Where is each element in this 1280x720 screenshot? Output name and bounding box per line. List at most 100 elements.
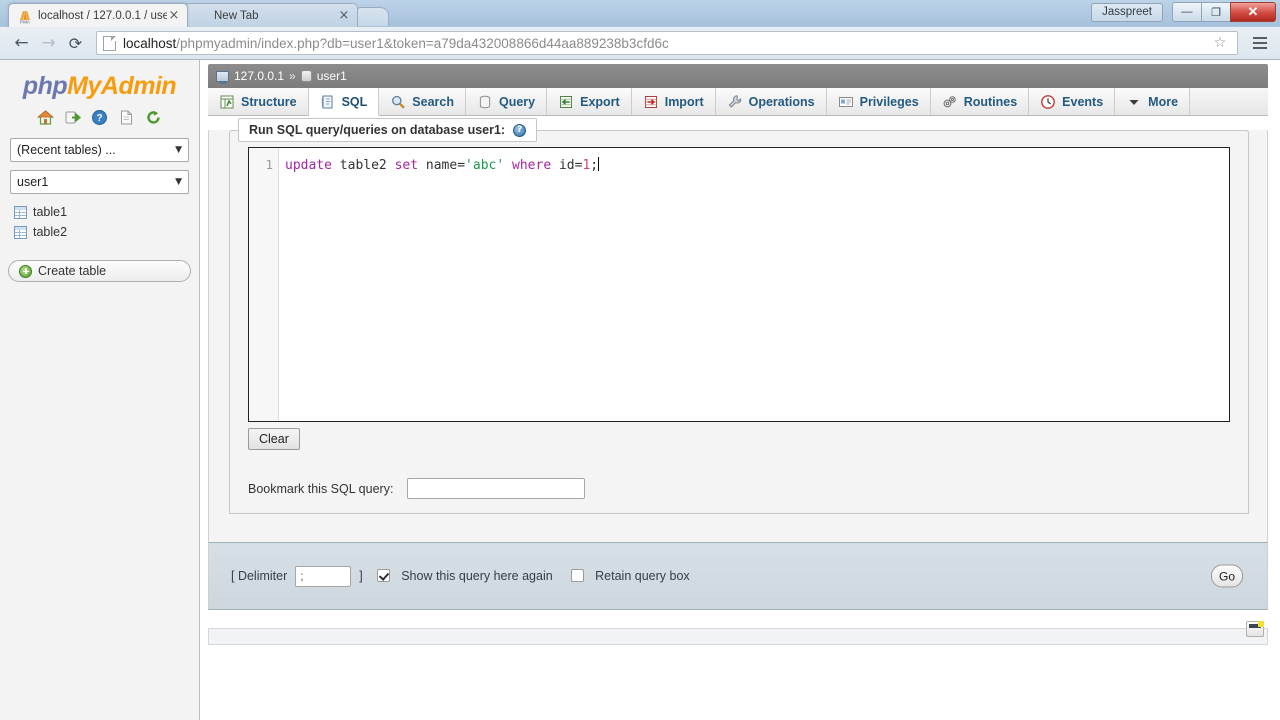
new-tab-button[interactable] (356, 7, 389, 26)
reload-button[interactable]: ⟳ (62, 30, 89, 57)
console-icon[interactable] (1246, 621, 1264, 637)
docs-icon[interactable] (118, 109, 135, 126)
breadcrumb-database[interactable]: user1 (317, 69, 347, 83)
bookmark-star-icon[interactable]: ☆ (1209, 35, 1231, 51)
delimiter-input[interactable] (295, 565, 352, 587)
page-icon (103, 35, 116, 51)
sql-panel: Run SQL query/queries on database user1:… (208, 118, 1268, 542)
tab-search[interactable]: Search (379, 88, 466, 115)
text-caret (598, 157, 600, 171)
logo-my: My (67, 72, 101, 100)
bookmark-label: Bookmark this SQL query: (248, 481, 394, 496)
phpmyadmin-logo[interactable]: phpMyAdmin (0, 60, 199, 105)
back-button[interactable]: ← (8, 30, 35, 57)
create-table-label: Create table (38, 264, 107, 278)
address-bar[interactable]: localhost/phpmyadmin/index.php?db=user1&… (96, 31, 1238, 55)
sql-token-plain (332, 158, 340, 173)
chevron-down-icon (1126, 94, 1142, 110)
list-item-table1[interactable]: table1 (14, 202, 199, 222)
create-table-button[interactable]: Create table (8, 260, 191, 282)
sql-editor[interactable]: 1 update table2 set name='abc' where id=… (248, 147, 1230, 422)
browser-chrome: PMA localhost / 127.0.0.1 / use × New Ta… (0, 0, 1280, 60)
sql-token-identifier: name (425, 158, 458, 173)
tab-label: Export (580, 94, 620, 109)
tab-routines[interactable]: Routines (930, 88, 1030, 115)
navigation-sidebar: phpMyAdmin ? (Recent tables) ... ▼ user1… (0, 60, 200, 720)
clear-button[interactable]: Clear (248, 428, 300, 450)
browser-tab-0[interactable]: PMA localhost / 127.0.0.1 / use × (8, 3, 188, 27)
sql-query-legend: Run SQL query/queries on database user1:… (238, 118, 538, 142)
forward-button[interactable]: → (35, 30, 62, 57)
retain-query-checkbox-wrap: Retain query box (570, 567, 708, 585)
list-item-table2[interactable]: table2 (14, 222, 199, 242)
tab-more[interactable]: More (1115, 88, 1191, 115)
tab-label: Structure (241, 94, 297, 109)
help-icon[interactable]: ? (91, 109, 108, 126)
show-query-checkbox[interactable] (376, 569, 390, 582)
recent-tables-select-wrap: (Recent tables) ... ▼ (10, 138, 189, 162)
url-text: localhost/phpmyadmin/index.php?db=user1&… (123, 36, 1209, 51)
reload-icon[interactable] (145, 109, 162, 126)
tab-label: SQL (341, 94, 368, 109)
show-query-checkbox-wrap: Show this query here again (376, 567, 571, 585)
retain-query-checkbox[interactable] (570, 569, 584, 582)
tab-label: More (1148, 94, 1179, 109)
line-number: 1 (265, 157, 273, 172)
menu-line (1253, 37, 1267, 39)
tab-operations[interactable]: Operations (715, 88, 827, 115)
sql-token-plain (387, 158, 395, 173)
close-icon[interactable]: × (337, 9, 351, 23)
tab-sql[interactable]: SQL (308, 88, 380, 116)
database-select[interactable]: user1 ▼ (10, 170, 189, 194)
table-list: table1 table2 (14, 202, 199, 242)
sql-token-identifier: table2 (339, 158, 387, 173)
home-icon[interactable] (36, 109, 55, 126)
tab-structure[interactable]: Structure (208, 88, 309, 115)
menu-line (1253, 47, 1267, 49)
operations-icon (727, 94, 743, 110)
tab-export[interactable]: Export (547, 88, 632, 115)
table-icon (14, 225, 27, 239)
sql-token-identifier: id (558, 158, 575, 173)
retain-query-label: Retain query box (595, 569, 690, 583)
tab-import[interactable]: Import (631, 88, 716, 115)
show-query-label: Show this query here again (401, 569, 553, 583)
sql-token-plain (418, 158, 426, 173)
console-bar[interactable] (208, 621, 1268, 645)
post-footer-gap (208, 610, 1268, 628)
sql-token-string: 'abc' (465, 158, 505, 173)
tab-label: Privileges (859, 94, 919, 109)
sql-options-bar: [ Delimiter ] Show this query here again… (208, 542, 1268, 610)
browser-tab-title-1: New Tab (214, 9, 259, 22)
browser-tab-title-0: localhost / 127.0.0.1 / use (38, 9, 167, 22)
tab-query[interactable]: Query (465, 88, 548, 115)
minimize-button[interactable]: — (1172, 2, 1202, 22)
sql-query-text: update table2 set name='abc' where id=1; (285, 158, 598, 173)
bookmark-input[interactable] (407, 478, 586, 499)
browser-menu-icon[interactable] (1248, 31, 1272, 55)
privileges-icon (838, 94, 854, 110)
sql-legend-text: Run SQL query/queries on database user1: (249, 123, 506, 137)
menu-line (1253, 42, 1267, 44)
logout-icon[interactable] (64, 109, 82, 126)
recent-tables-value: (Recent tables) ... (17, 143, 116, 157)
tab-label: Import (664, 94, 704, 109)
database-icon (300, 70, 312, 82)
user-profile-button[interactable]: Jasspreet (1091, 2, 1163, 22)
database-select-wrap: user1 ▼ (10, 170, 189, 194)
close-icon[interactable]: × (167, 9, 181, 23)
sql-token-plain (551, 158, 559, 173)
help-icon[interactable]: ? (513, 123, 527, 137)
maximize-button[interactable]: ❐ (1201, 2, 1231, 22)
go-button[interactable]: Go (1211, 564, 1243, 588)
tab-events[interactable]: Events (1029, 88, 1116, 115)
import-icon (643, 94, 659, 110)
logo-admin: Admin (100, 72, 177, 100)
tab-privileges[interactable]: Privileges (826, 88, 931, 115)
recent-tables-select[interactable]: (Recent tables) ... ▼ (10, 138, 189, 162)
table-name: table2 (33, 225, 68, 239)
breadcrumb-server[interactable]: 127.0.0.1 (234, 69, 284, 83)
browser-tab-1[interactable]: New Tab × (184, 3, 358, 27)
close-window-button[interactable]: ✕ (1230, 2, 1276, 22)
browser-tabstrip: PMA localhost / 127.0.0.1 / use × New Ta… (0, 0, 1280, 27)
